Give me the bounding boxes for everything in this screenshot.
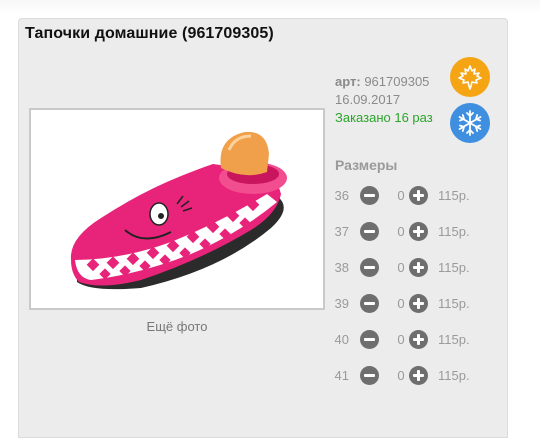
quantity-value: 0	[397, 332, 405, 347]
snowflake-icon	[450, 103, 490, 143]
slipper-image	[70, 131, 287, 290]
maple-leaf-icon	[450, 57, 490, 97]
plus-button[interactable]	[409, 258, 428, 277]
minus-button[interactable]	[360, 186, 379, 205]
quantity-value: 0	[397, 260, 405, 275]
size-row-40: 40 0 115р.	[329, 330, 499, 350]
minus-button[interactable]	[360, 222, 379, 241]
quantity-value: 0	[397, 368, 405, 383]
size-label: 41	[334, 368, 349, 383]
plus-button[interactable]	[409, 294, 428, 313]
price: 115р.	[438, 188, 470, 203]
size-row-38: 38 0 115р.	[329, 258, 499, 278]
price: 115р.	[438, 224, 470, 239]
size-label: 36	[334, 188, 349, 203]
size-label: 39	[334, 296, 349, 311]
top-strip	[0, 0, 540, 14]
size-label: 38	[334, 260, 349, 275]
size-row-39: 39 0 115р.	[329, 294, 499, 314]
article-line: арт: 961709305	[335, 73, 433, 91]
price: 115р.	[438, 332, 470, 347]
price: 115р.	[438, 260, 470, 275]
price: 115р.	[438, 368, 470, 383]
sizes-title: Размеры	[335, 157, 398, 173]
minus-button[interactable]	[360, 294, 379, 313]
size-row-37: 37 0 115р.	[329, 222, 499, 242]
article-value: 961709305	[364, 74, 430, 89]
article-label: арт:	[335, 74, 361, 89]
price: 115р.	[438, 296, 470, 311]
size-row-36: 36 0 115р.	[329, 186, 499, 206]
size-label: 37	[334, 224, 349, 239]
ordered-count: Заказано 16 раз	[335, 110, 433, 125]
quantity-value: 0	[397, 296, 405, 311]
plus-button[interactable]	[409, 222, 428, 241]
minus-button[interactable]	[360, 366, 379, 385]
size-label: 40	[334, 332, 349, 347]
plus-button[interactable]	[409, 186, 428, 205]
quantity-value: 0	[397, 188, 405, 203]
minus-button[interactable]	[360, 258, 379, 277]
more-photo-link[interactable]: Ещё фото	[29, 319, 325, 334]
product-meta: арт: 961709305 16.09.2017 Заказано 16 ра…	[335, 73, 433, 127]
plus-button[interactable]	[409, 366, 428, 385]
product-photo[interactable]	[29, 108, 325, 310]
plus-button[interactable]	[409, 330, 428, 349]
minus-button[interactable]	[360, 330, 379, 349]
date: 16.09.2017	[335, 92, 401, 107]
size-row-41: 41 0 115р.	[329, 366, 499, 386]
product-card: Тапочки домашние (961709305) Ещё фото ар…	[18, 18, 508, 438]
product-title: Тапочки домашние (961709305)	[25, 25, 274, 42]
quantity-value: 0	[397, 224, 405, 239]
